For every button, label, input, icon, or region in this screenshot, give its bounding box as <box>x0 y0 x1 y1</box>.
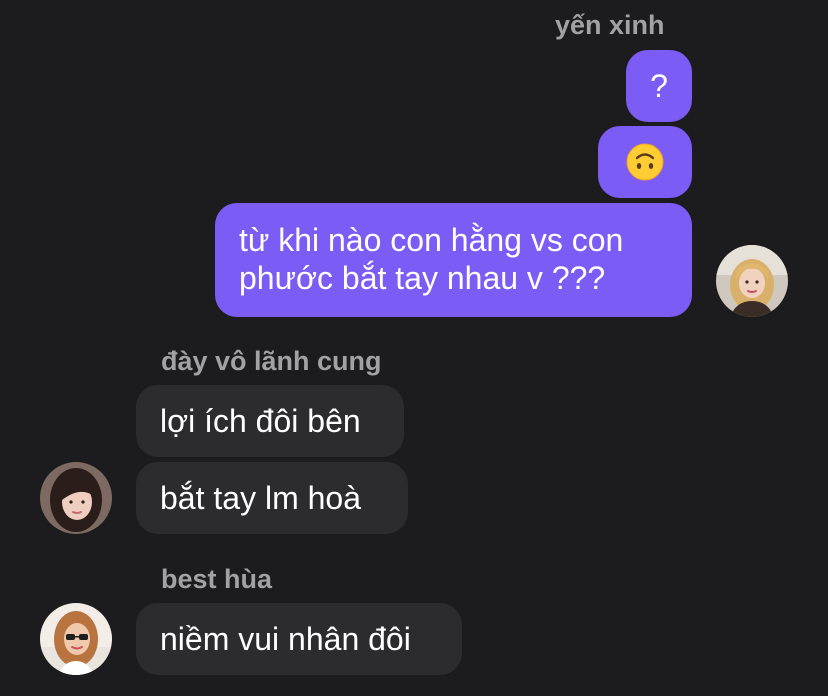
user-avatar-blonde-icon <box>716 245 788 317</box>
user-avatar-dark-hair-icon <box>40 462 112 534</box>
user-avatar-sunglasses-icon <box>40 603 112 675</box>
sender-name: best hùa <box>161 564 273 594</box>
message-text: ? <box>650 68 668 104</box>
message-bubble-incoming[interactable]: lợi ích đôi bên <box>136 385 404 457</box>
message-text: niềm vui nhân đôi <box>160 621 411 657</box>
avatar-user[interactable] <box>40 462 112 534</box>
avatar-user[interactable] <box>40 603 112 675</box>
message-bubble-incoming[interactable]: bắt tay lm hoà <box>136 462 408 534</box>
upside-down-face-emoji <box>626 143 664 181</box>
message-text: bắt tay lm hoà <box>160 480 361 516</box>
message-text-line: từ khi nào con hằng vs con <box>239 222 624 258</box>
message-bubble-incoming[interactable]: niềm vui nhân đôi <box>136 603 462 675</box>
message-text-line: phước bắt tay nhau v ??? <box>239 260 606 296</box>
avatar-self[interactable] <box>716 245 788 317</box>
sender-name-self: yến xinh <box>555 10 665 40</box>
message-bubble-outgoing[interactable]: ? <box>626 50 692 122</box>
message-bubble-outgoing-emoji[interactable] <box>598 126 692 198</box>
message-bubble-outgoing[interactable]: từ khi nào con hằng vs con phước bắt tay… <box>215 203 692 317</box>
sender-name: đày vô lãnh cung <box>161 346 382 376</box>
message-text: lợi ích đôi bên <box>160 403 361 439</box>
